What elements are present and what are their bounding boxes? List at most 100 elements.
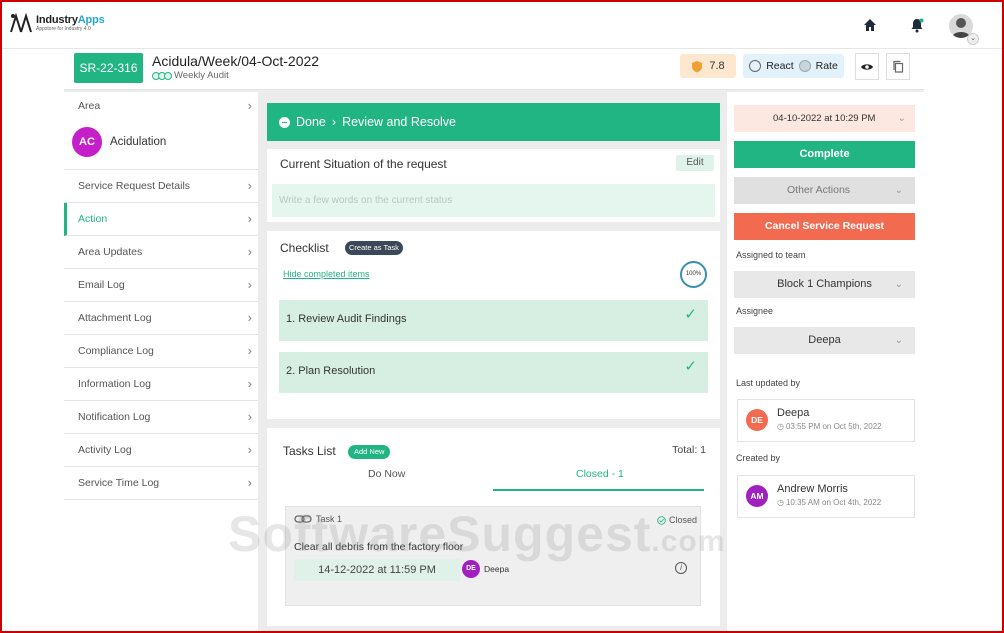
timestamp-text: 10:35 AM on Oct 4th, 2022 xyxy=(785,498,882,507)
chevron-down-icon: ⌄ xyxy=(897,113,906,124)
area-label: Area xyxy=(78,100,101,112)
avatar: AM xyxy=(746,485,768,507)
sidebar-item-compliance-log[interactable]: Compliance Log › xyxy=(64,335,258,368)
chevron-right-icon: › xyxy=(247,98,252,113)
chevron-right-icon: › xyxy=(247,211,252,226)
link-icon xyxy=(294,515,312,523)
tasks-total: Total: 1 xyxy=(672,444,706,456)
chevron-right-icon: › xyxy=(331,115,337,129)
sidebar-item-activity-log[interactable]: Activity Log › xyxy=(64,434,258,467)
cancel-service-request-button[interactable]: Cancel Service Request xyxy=(734,213,915,240)
hide-completed-link[interactable]: Hide completed items xyxy=(283,269,370,279)
chevron-down-icon[interactable]: ⌄ xyxy=(967,33,979,45)
timestamp-text: 03:55 PM on Oct 5th, 2022 xyxy=(785,422,882,431)
tab-closed[interactable]: Closed - 1 xyxy=(576,468,624,480)
check-icon[interactable]: ✓ xyxy=(684,305,697,323)
task-card[interactable]: Task 1 Closed Clear all debris from the … xyxy=(285,506,701,606)
home-icon[interactable] xyxy=(861,16,879,34)
react-button[interactable]: React xyxy=(766,60,793,72)
request-header: SR-22-316 Acidula/Week/04-Oct-2022 Weekl… xyxy=(64,50,924,90)
current-status-input[interactable] xyxy=(272,184,715,217)
chevron-right-icon: › xyxy=(247,310,252,325)
request-title: Acidula/Week/04-Oct-2022 xyxy=(152,53,320,69)
create-as-task-button[interactable]: Create as Task xyxy=(345,241,403,255)
checklist-item[interactable]: 1. Review Audit Findings ✓ xyxy=(279,300,708,341)
current-situation-title: Current Situation of the request xyxy=(280,157,447,171)
timestamp: ◷ 03:55 PM on Oct 5th, 2022 xyxy=(777,422,882,431)
request-subtitle: Weekly Audit xyxy=(152,70,229,81)
date-value: 04-10-2022 at 10:29 PM xyxy=(773,113,876,124)
sidebar-item-information-log[interactable]: Information Log › xyxy=(64,368,258,401)
status-from: Done xyxy=(296,115,326,129)
copy-icon[interactable] xyxy=(886,53,910,80)
sidebar-item-service-time-log[interactable]: Service Time Log › xyxy=(64,467,258,500)
bell-icon[interactable] xyxy=(908,16,926,34)
check-icon[interactable]: ✓ xyxy=(684,357,697,375)
chevron-right-icon: › xyxy=(247,343,252,358)
checklist-item[interactable]: 2. Plan Resolution ✓ xyxy=(279,352,708,393)
current-situation-card: Current Situation of the request Edit xyxy=(267,149,720,222)
top-bar: IndustryApps Appstore for Industry 4.0 ⌄ xyxy=(2,2,1002,49)
right-panel: 04-10-2022 at 10:29 PM ⌄ Complete Other … xyxy=(727,92,924,633)
area-name: Acidulation xyxy=(110,136,167,148)
last-updated-card: DE Deepa ◷ 03:55 PM on Oct 5th, 2022 xyxy=(737,399,915,442)
tab-do-now[interactable]: Do Now xyxy=(368,468,405,480)
star-icon[interactable] xyxy=(798,60,811,72)
clock-icon: ◷ xyxy=(777,498,784,507)
clock-icon: ◷ xyxy=(777,422,784,431)
sidebar-item-area-updates[interactable]: Area Updates › xyxy=(64,236,258,269)
person-name: Andrew Morris xyxy=(777,483,848,495)
other-actions-dropdown[interactable]: Other Actions ⌄ xyxy=(734,177,915,204)
chevron-right-icon: › xyxy=(247,409,252,424)
last-updated-label: Last updated by xyxy=(736,378,801,388)
app-name: IndustryApps xyxy=(36,13,105,26)
tasks-list-title: Tasks List xyxy=(283,444,336,458)
sidebar-item-attachment-log[interactable]: Attachment Log › xyxy=(64,302,258,335)
eye-icon[interactable] xyxy=(855,53,879,80)
sidebar-item-label: Information Log xyxy=(78,378,151,390)
tasks-list-card: Tasks List Add New Total: 1 Do Now Close… xyxy=(267,428,720,626)
app-logo[interactable]: IndustryApps Appstore for Industry 4.0 xyxy=(10,13,105,33)
sidebar-item-label: Compliance Log xyxy=(78,345,154,357)
shield-icon xyxy=(692,60,703,72)
chevron-down-icon: ⌄ xyxy=(894,335,903,346)
created-by-card: AM Andrew Morris ◷ 10:35 AM on Oct 4th, 2… xyxy=(737,475,915,518)
info-icon[interactable]: i xyxy=(675,562,687,574)
rate-button[interactable]: Rate xyxy=(816,60,838,72)
score-badge[interactable]: 7.8 xyxy=(680,54,736,78)
chevron-right-icon: › xyxy=(247,376,252,391)
assignee-value: Deepa xyxy=(808,334,841,346)
chevron-right-icon: › xyxy=(247,442,252,457)
sidebar-item-email-log[interactable]: Email Log › xyxy=(64,269,258,302)
add-new-task-button[interactable]: Add New xyxy=(348,445,391,459)
request-type: Weekly Audit xyxy=(174,70,229,81)
edit-button[interactable]: Edit xyxy=(676,155,714,171)
checklist-item-label: 2. Plan Resolution xyxy=(286,365,376,377)
sidebar-item-label: Notification Log xyxy=(78,411,151,423)
task-description: Clear all debris from the factory floor xyxy=(294,541,464,553)
complete-button[interactable]: Complete xyxy=(734,141,915,168)
sidebar-item-service-request-details[interactable]: Service Request Details › xyxy=(64,170,258,203)
sidebar-item-action[interactable]: Action › xyxy=(64,203,258,236)
date-selector[interactable]: 04-10-2022 at 10:29 PM ⌄ xyxy=(734,105,915,132)
checklist-card: Checklist Create as Task Hide completed … xyxy=(267,231,720,419)
left-sidebar: Area › AC Acidulation Service Request De… xyxy=(64,92,258,633)
task-due-date: 14-12-2022 at 11:59 PM xyxy=(294,559,460,581)
progress-dots-icon xyxy=(152,71,172,80)
request-id-badge: SR-22-316 xyxy=(74,53,143,83)
assignee-avatar: DE xyxy=(462,560,480,578)
active-tab-indicator xyxy=(493,489,704,491)
team-select[interactable]: Block 1 Champions ⌄ xyxy=(734,271,915,298)
assignee-name: Deepa xyxy=(484,564,510,574)
timestamp: ◷ 10:35 AM on Oct 4th, 2022 xyxy=(777,498,881,507)
assignee-select[interactable]: Deepa ⌄ xyxy=(734,327,915,354)
status-transition-bar: Done › Review and Resolve xyxy=(267,103,720,141)
task-tag: Task 1 xyxy=(294,514,342,524)
checklist-progress-ring: 100% xyxy=(680,261,707,288)
task-number: Task 1 xyxy=(316,514,343,524)
assigned-team-label: Assigned to team xyxy=(736,250,806,260)
area-section[interactable]: Area › AC Acidulation xyxy=(64,92,258,170)
assignee-label: Assignee xyxy=(736,306,774,316)
sidebar-item-notification-log[interactable]: Notification Log › xyxy=(64,401,258,434)
smile-icon[interactable] xyxy=(749,60,762,72)
